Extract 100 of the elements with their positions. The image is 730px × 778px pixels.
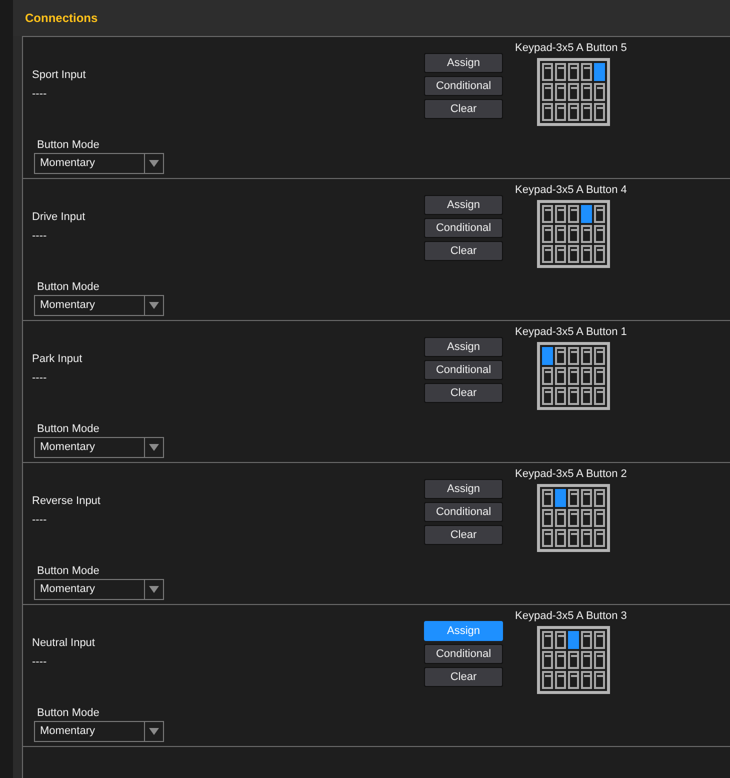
keypad-key[interactable] bbox=[555, 63, 566, 81]
keypad-key[interactable] bbox=[594, 225, 605, 243]
caret-icon bbox=[149, 302, 159, 309]
keypad-key[interactable] bbox=[594, 529, 605, 547]
keypad-key[interactable] bbox=[568, 103, 579, 121]
keypad-key[interactable] bbox=[555, 367, 566, 385]
keypad-key[interactable] bbox=[542, 387, 553, 405]
keypad-key[interactable] bbox=[542, 103, 553, 121]
keypad-key[interactable] bbox=[581, 509, 592, 527]
keypad-key[interactable] bbox=[581, 671, 592, 689]
keypad-key[interactable] bbox=[555, 103, 566, 121]
keypad-key[interactable] bbox=[581, 225, 592, 243]
action-button[interactable]: Clear bbox=[424, 667, 503, 687]
keypad-key[interactable] bbox=[568, 671, 579, 689]
action-button[interactable]: Conditional bbox=[424, 76, 503, 96]
keypad-key[interactable] bbox=[594, 347, 605, 365]
keypad-key[interactable] bbox=[542, 83, 553, 101]
action-button[interactable]: Clear bbox=[424, 99, 503, 119]
input-value: ---- bbox=[32, 513, 48, 527]
keypad-key[interactable] bbox=[555, 83, 566, 101]
action-button[interactable]: Conditional bbox=[424, 502, 503, 522]
keypad-key[interactable] bbox=[542, 631, 553, 649]
keypad-key[interactable] bbox=[542, 651, 553, 669]
keypad-key[interactable] bbox=[542, 489, 553, 507]
keypad-key[interactable] bbox=[594, 387, 605, 405]
keypad-title: Keypad-3x5 A Button 1 bbox=[515, 325, 627, 339]
keypad-title: Keypad-3x5 A Button 2 bbox=[515, 467, 627, 481]
keypad-key[interactable] bbox=[555, 671, 566, 689]
action-button[interactable]: Conditional bbox=[424, 644, 503, 664]
keypad-key[interactable] bbox=[581, 347, 592, 365]
keypad-key[interactable] bbox=[555, 529, 566, 547]
keypad-key[interactable] bbox=[581, 387, 592, 405]
keypad-key[interactable] bbox=[581, 103, 592, 121]
keypad-key[interactable] bbox=[594, 205, 605, 223]
keypad-title: Keypad-3x5 A Button 5 bbox=[515, 41, 627, 55]
keypad-key[interactable] bbox=[581, 63, 592, 81]
keypad-key[interactable] bbox=[581, 367, 592, 385]
keypad-key[interactable] bbox=[542, 63, 553, 81]
action-button[interactable]: Conditional bbox=[424, 360, 503, 380]
keypad-key[interactable] bbox=[542, 529, 553, 547]
keypad-key[interactable] bbox=[555, 225, 566, 243]
action-button[interactable]: Clear bbox=[424, 525, 503, 545]
action-button[interactable]: Clear bbox=[424, 383, 503, 403]
keypad-key[interactable] bbox=[542, 671, 553, 689]
action-button[interactable]: Conditional bbox=[424, 218, 503, 238]
keypad-key[interactable] bbox=[555, 387, 566, 405]
keypad-key[interactable] bbox=[594, 103, 605, 121]
field-label: Button Mode bbox=[37, 706, 100, 720]
action-button[interactable]: Assign bbox=[424, 479, 503, 499]
keypad-key[interactable] bbox=[555, 651, 566, 669]
keypad-key[interactable] bbox=[555, 245, 566, 263]
keypad-key[interactable] bbox=[568, 83, 579, 101]
keypad-key[interactable] bbox=[568, 387, 579, 405]
keypad-key[interactable] bbox=[568, 529, 579, 547]
keypad-key[interactable] bbox=[581, 529, 592, 547]
input-value: ---- bbox=[32, 87, 48, 101]
keypad-key[interactable] bbox=[568, 205, 579, 223]
caret-icon bbox=[149, 728, 159, 735]
keypad-key[interactable] bbox=[581, 651, 592, 669]
mode-dropdown[interactable]: Momentary bbox=[34, 721, 164, 742]
keypad-key[interactable] bbox=[594, 509, 605, 527]
keypad-key[interactable] bbox=[542, 245, 553, 263]
keypad-key[interactable] bbox=[594, 83, 605, 101]
keypad-key[interactable] bbox=[581, 489, 592, 507]
keypad-key[interactable] bbox=[568, 63, 579, 81]
keypad-key[interactable] bbox=[542, 367, 553, 385]
keypad-key[interactable] bbox=[568, 347, 579, 365]
action-button[interactable]: Clear bbox=[424, 241, 503, 261]
keypad-key[interactable] bbox=[568, 245, 579, 263]
mode-dropdown[interactable]: Momentary bbox=[34, 437, 164, 458]
field-label: Button Mode bbox=[37, 138, 100, 152]
action-button[interactable]: Assign bbox=[424, 195, 503, 215]
mode-dropdown[interactable]: Momentary bbox=[34, 153, 164, 174]
keypad-key[interactable] bbox=[555, 509, 566, 527]
keypad-key[interactable] bbox=[555, 347, 566, 365]
keypad-key[interactable] bbox=[581, 245, 592, 263]
keypad-key[interactable] bbox=[568, 651, 579, 669]
keypad-key[interactable] bbox=[568, 509, 579, 527]
keypad-key[interactable] bbox=[581, 631, 592, 649]
action-button[interactable]: Assign bbox=[424, 337, 503, 357]
mode-dropdown[interactable]: Momentary bbox=[34, 579, 164, 600]
keypad-key[interactable] bbox=[581, 83, 592, 101]
action-button[interactable]: Assign bbox=[424, 53, 503, 73]
keypad-key[interactable] bbox=[568, 489, 579, 507]
mode-dropdown[interactable]: Momentary bbox=[34, 295, 164, 316]
keypad-key[interactable] bbox=[542, 509, 553, 527]
keypad-key[interactable] bbox=[568, 367, 579, 385]
keypad-key[interactable] bbox=[555, 631, 566, 649]
keypad-key[interactable] bbox=[594, 631, 605, 649]
keypad-key[interactable] bbox=[542, 225, 553, 243]
keypad-key[interactable] bbox=[594, 651, 605, 669]
field-label: Button Mode bbox=[37, 564, 100, 578]
keypad-key[interactable] bbox=[594, 367, 605, 385]
keypad-key[interactable] bbox=[568, 225, 579, 243]
keypad-key[interactable] bbox=[594, 245, 605, 263]
keypad-key[interactable] bbox=[594, 671, 605, 689]
keypad-key[interactable] bbox=[555, 205, 566, 223]
keypad-key[interactable] bbox=[594, 489, 605, 507]
input-value: ---- bbox=[32, 371, 48, 385]
keypad-key[interactable] bbox=[542, 205, 553, 223]
